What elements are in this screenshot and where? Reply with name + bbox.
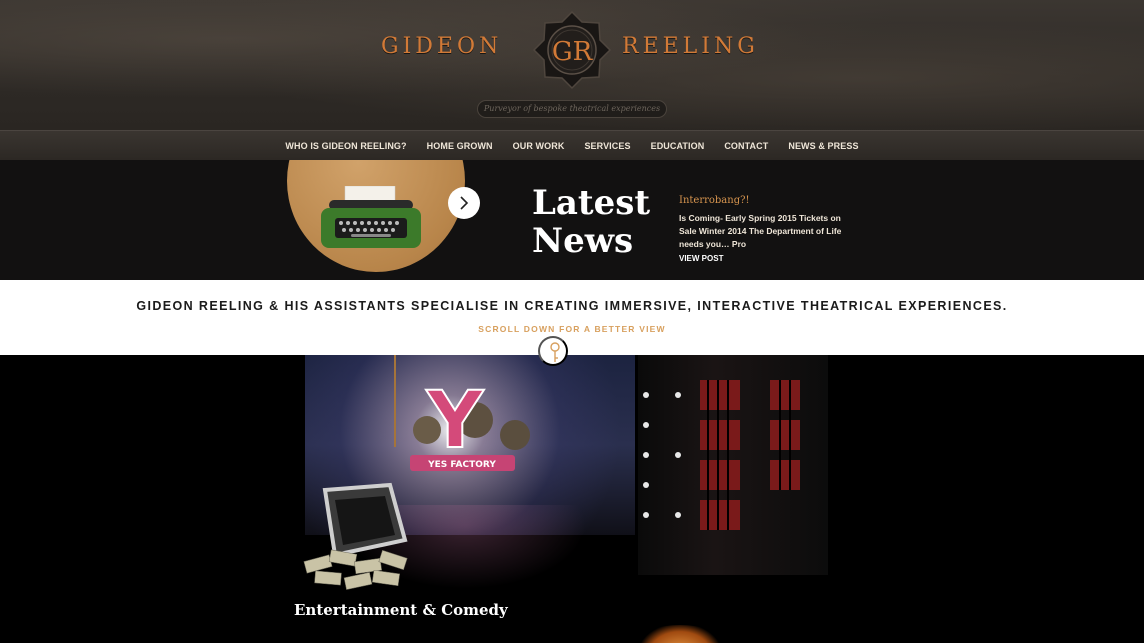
main-nav: WHO IS GIDEON REELING? HOME GROWN OUR WO… (0, 130, 1144, 160)
bookshelf-set[interactable] (638, 355, 828, 575)
sign-caption: YES FACTORY (427, 460, 496, 470)
sign-letter: Y (426, 376, 485, 466)
money-briefcase-illustration[interactable] (295, 460, 425, 600)
nav-item-home-grown[interactable]: HOME GROWN (417, 141, 503, 151)
scroll-hint: SCROLL DOWN FOR A BETTER VIEW (478, 324, 666, 334)
bookshelf-illustration (643, 380, 800, 530)
nav-item-services[interactable]: SERVICES (574, 141, 640, 151)
gr-logo-badge[interactable]: GR (532, 10, 612, 90)
brand-name-right: REELING (622, 34, 759, 59)
scroll-down-button[interactable] (538, 336, 568, 366)
showcase-stage: Y YES FACTORY Entertainment & Comedy (0, 355, 1144, 643)
nav-item-who-is-gideon-reeling[interactable]: WHO IS GIDEON REELING? (275, 141, 416, 151)
news-post-title[interactable]: Interrobang?! (679, 195, 750, 206)
chevron-right-icon (460, 196, 469, 210)
flame-graphic (640, 625, 720, 643)
news-post-excerpt: Is Coming- Early Spring 2015 Tickets on … (679, 213, 842, 249)
next-news-button[interactable] (448, 187, 480, 219)
nav-item-education[interactable]: EDUCATION (641, 141, 715, 151)
news-featured-image[interactable] (287, 160, 465, 272)
grassy-typewriter-illustration (321, 186, 421, 248)
latest-news-band: Latest News Interrobang?! Is Coming- Ear… (0, 160, 1144, 280)
intro-statement: GIDEON REELING & HIS ASSISTANTS SPECIALI… (136, 299, 1008, 313)
latest-news-heading: Latest News (532, 183, 651, 261)
site-header: GIDEON GR REELING Purveyor of bespoke th… (0, 0, 1144, 130)
nav-item-our-work[interactable]: OUR WORK (503, 141, 575, 151)
view-post-link[interactable]: VIEW POST (679, 254, 723, 263)
logo-monogram: GR (552, 37, 594, 67)
nav-item-contact[interactable]: CONTACT (714, 141, 778, 151)
brand-name-left: GIDEON (381, 34, 503, 59)
intro-strip: GIDEON REELING & HIS ASSISTANTS SPECIALI… (0, 280, 1144, 355)
nav-item-news-press[interactable]: NEWS & PRESS (778, 141, 868, 151)
tagline: Purveyor of bespoke theatrical experienc… (477, 100, 667, 118)
key-down-icon (550, 342, 560, 362)
category-entertainment-comedy[interactable]: Entertainment & Comedy (294, 600, 508, 620)
